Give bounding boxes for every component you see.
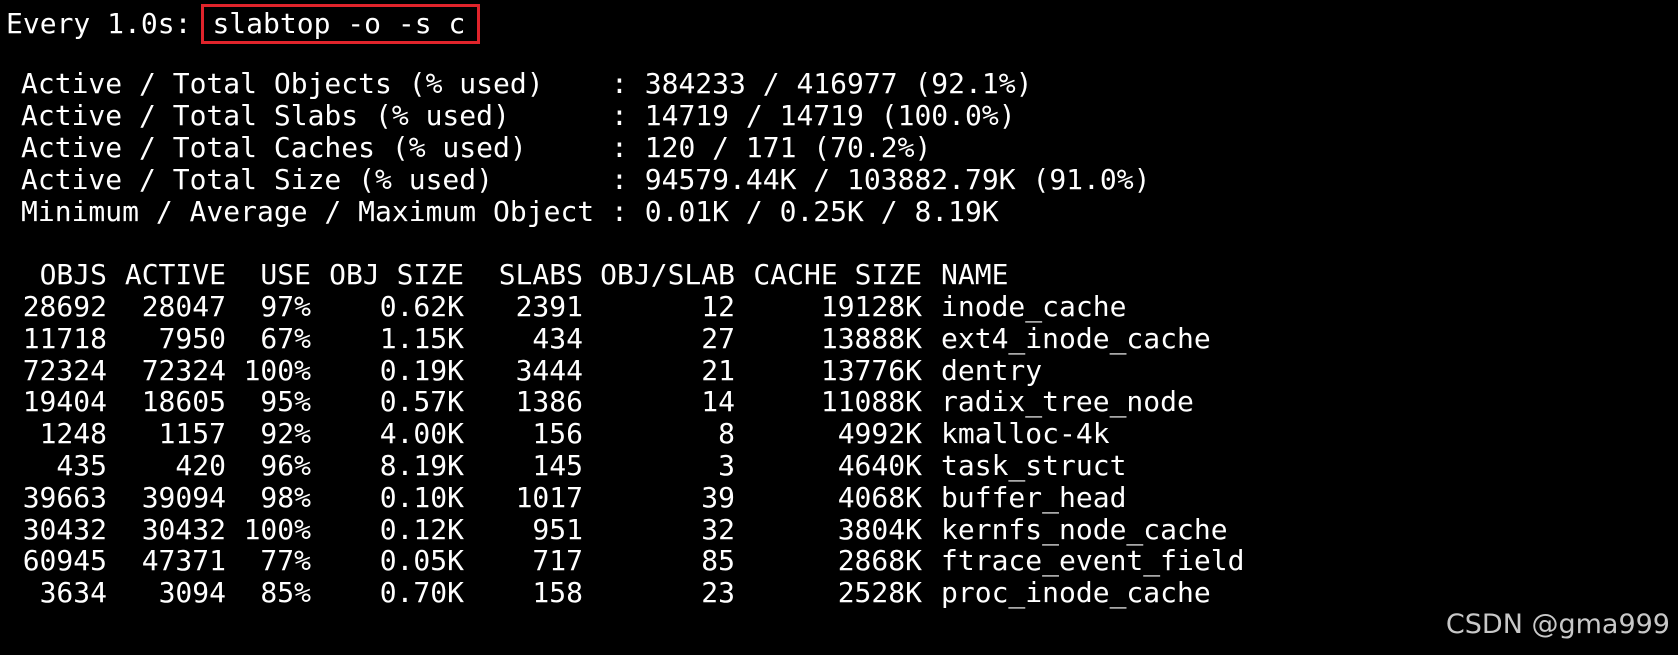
table-row: 11718 7950 67% 1.15K 434 27 13888K ext4_inode_c… bbox=[0, 321, 1600, 355]
table-header-row: OBJS ACTIVE USE OBJ SIZE SLABS OBJ/SLAB … bbox=[0, 259, 1600, 291]
watch-header: Every 1.0s: slabtop -o -s c bbox=[6, 4, 481, 44]
col-header-cache-size: CACHE SIZE bbox=[753, 258, 922, 291]
cell-cache-size: 19128K bbox=[820, 290, 922, 323]
stat-value: 384233 / 416977 (92.1%) bbox=[644, 67, 1033, 100]
table-row: 60945 47371 77% 0.05K 717 85 2868K ftrace_event… bbox=[0, 545, 1600, 577]
command-text: slabtop -o -s c bbox=[212, 7, 466, 40]
cell-cache-size: 4640K bbox=[837, 449, 922, 482]
cell-cache-size: 13888K bbox=[820, 321, 922, 355]
cell-name: ftrace_event_field bbox=[941, 544, 1245, 578]
table-row: 3634 3094 85% 0.70K 158 23 2528K proc_inode_cac… bbox=[0, 577, 1600, 609]
cell-name: ext4_inode_cache bbox=[941, 321, 1211, 355]
stat-value: 14719 / 14719 (100.0%) bbox=[644, 99, 1016, 132]
cell-name: radix_tree_node bbox=[941, 385, 1194, 419]
table-row: 30432 30432 100% 0.12K 951 32 3804K kernfs_node… bbox=[0, 512, 1600, 546]
table-row: 72324 72324 100% 0.19K 3444 21 13776K dentry bbox=[0, 353, 1600, 387]
cell-name: task_struct bbox=[941, 449, 1127, 482]
stat-label: Active / Total Slabs (% used) bbox=[21, 99, 612, 132]
cell-cache-size: 11088K bbox=[820, 385, 922, 419]
stat-caches: Active / Total Caches (% used) : 120 / 1… bbox=[21, 131, 932, 164]
stat-label: Active / Total Objects (% used) bbox=[21, 67, 612, 100]
stat-label: Minimum / Average / Maximum Object bbox=[21, 195, 612, 228]
stat-object-sizes: Minimum / Average / Maximum Object : 0.0… bbox=[21, 195, 999, 228]
terminal-window[interactable]: Every 1.0s: slabtop -o -s c Active / Tota… bbox=[0, 0, 1678, 655]
cell-cache-size: 2528K bbox=[837, 576, 922, 610]
stat-label: Active / Total Caches (% used) bbox=[21, 131, 612, 164]
table-row: 19404 18605 95% 0.57K 1386 14 11088K radix_tree… bbox=[0, 386, 1600, 418]
cell-name: buffer_head bbox=[941, 480, 1127, 514]
cell-cache-size: 4068K bbox=[837, 480, 922, 514]
cell-name: dentry bbox=[941, 353, 1043, 387]
table-row: 1248 1157 92% 4.00K 156 8 4992K kmalloc-4k bbox=[0, 418, 1600, 450]
table-row: 28692 28047 97% 0.62K 2391 12 19128K inode_cach… bbox=[0, 291, 1600, 323]
watch-interval-label: Every 1.0s: bbox=[6, 7, 192, 40]
stat-label: Active / Total Size (% used) bbox=[21, 163, 612, 196]
cell-name: kernfs_node_cache bbox=[941, 512, 1228, 546]
stat-slabs: Active / Total Slabs (% used) : 14719 / … bbox=[21, 99, 1016, 132]
cell-name: proc_inode_cache bbox=[941, 576, 1211, 610]
cell-cache-size: 2868K bbox=[837, 544, 922, 578]
col-header-name: NAME bbox=[941, 258, 1009, 291]
table-row: 435 420 96% 8.19K 145 3 4640K task_struct bbox=[0, 450, 1600, 482]
table-row: 39663 39094 98% 0.10K 1017 39 4068K buffer_head bbox=[0, 480, 1600, 514]
command-highlight-box: slabtop -o -s c bbox=[201, 4, 481, 44]
stat-value: 94579.44K / 103882.79K (91.0%) bbox=[644, 163, 1151, 196]
cell-cache-size: 13776K bbox=[820, 353, 922, 387]
stat-size: Active / Total Size (% used) : 94579.44K… bbox=[21, 163, 1151, 196]
cell-cache-size: 3804K bbox=[837, 512, 922, 546]
cell-name: kmalloc-4k bbox=[941, 417, 1110, 451]
stat-value: 0.01K / 0.25K / 8.19K bbox=[644, 195, 999, 228]
cell-name: inode_cache bbox=[941, 290, 1127, 323]
cell-cache-size: 4992K bbox=[837, 417, 922, 451]
watermark: CSDN @gma999 bbox=[1445, 609, 1670, 640]
stat-objects: Active / Total Objects (% used) : 384233… bbox=[21, 67, 1033, 100]
stat-value: 120 / 171 (70.2%) bbox=[644, 131, 932, 164]
